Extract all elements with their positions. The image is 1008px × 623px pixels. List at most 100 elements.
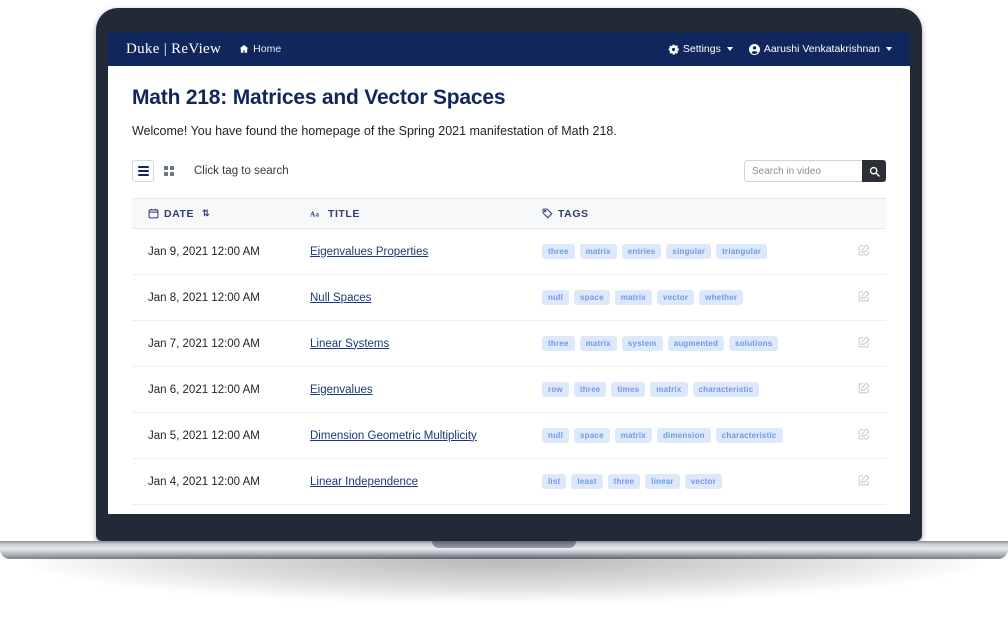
edit-icon[interactable] — [858, 336, 870, 351]
table-row: Jan 9, 2021 12:00 AM Eigenvalues Properti… — [132, 228, 886, 275]
row-action-cell — [840, 412, 886, 459]
tag-chip[interactable]: dimension — [656, 428, 711, 443]
tag-chip[interactable]: three — [542, 244, 575, 259]
list-view-icon — [137, 166, 149, 176]
user-menu[interactable]: Aarushi Venkatakrishnan — [748, 43, 892, 55]
nav-item-home-label: Home — [253, 43, 282, 55]
tag-chip[interactable]: row — [542, 382, 569, 397]
table-body: Jan 9, 2021 12:00 AM Eigenvalues Properti… — [132, 228, 886, 505]
search-button[interactable] — [862, 160, 886, 182]
row-tags-cell: three matrix system augmented solutions — [534, 320, 840, 367]
settings-menu[interactable]: Settings — [668, 43, 733, 55]
tag-chip[interactable]: characteristic — [715, 428, 783, 443]
tag-chip[interactable]: matrix — [614, 428, 652, 443]
tag-chip[interactable]: vector — [656, 290, 695, 305]
tag-chip[interactable]: system — [621, 336, 663, 351]
top-navbar: Duke | ReView Home Settings Aarushi Venk… — [108, 32, 910, 66]
row-action-cell — [840, 366, 886, 413]
tag-chip[interactable]: times — [611, 382, 646, 397]
row-action-cell — [840, 274, 886, 321]
page-body: Math 218: Matrices and Vector Spaces Wel… — [108, 66, 910, 505]
column-header-tags-label: TAGS — [558, 207, 589, 220]
search-input[interactable] — [744, 160, 862, 182]
chevron-down-icon — [886, 47, 892, 51]
laptop-mockup: Duke | ReView Home Settings Aarushi Venk… — [0, 0, 1008, 623]
row-title-cell: Eigenvalues — [302, 366, 534, 413]
tag-chip[interactable]: linear — [645, 474, 680, 489]
nav-item-home[interactable]: Home — [239, 43, 281, 55]
video-title-link[interactable]: Linear Systems — [310, 338, 389, 350]
edit-icon[interactable] — [858, 428, 870, 443]
tag-chip[interactable]: vector — [684, 474, 722, 489]
tag-chip[interactable]: matrix — [579, 244, 617, 259]
user-name-label: Aarushi Venkatakrishnan — [763, 43, 880, 55]
column-header-tags[interactable]: TAGS — [534, 198, 886, 229]
video-title-link[interactable]: Dimension Geometric Multiplicity — [310, 430, 477, 442]
browser-screen: Duke | ReView Home Settings Aarushi Venk… — [108, 32, 910, 514]
list-view-toggle[interactable] — [132, 160, 154, 182]
tag-chip[interactable]: entries — [621, 244, 662, 259]
video-title-link[interactable]: Linear Independence — [310, 476, 418, 488]
tag-chip[interactable]: null — [542, 290, 570, 305]
table-header: DATE ⇅ Aa TITLE TAGS — [132, 198, 886, 229]
page-title: Math 218: Matrices and Vector Spaces — [132, 86, 506, 109]
tag-chip[interactable]: whether — [699, 290, 744, 305]
welcome-text: Welcome! You have found the homepage of … — [132, 124, 617, 138]
table-row: Jan 6, 2021 12:00 AM Eigenvalues row three t… — [132, 366, 886, 413]
row-tags-cell: row three times matrix characteristic — [534, 366, 840, 413]
row-tags-cell: null space matrix vector whether — [534, 274, 840, 321]
tag-chip[interactable]: characteristic — [692, 382, 760, 397]
row-date: Jan 5, 2021 12:00 AM — [132, 412, 302, 459]
tag-chip[interactable]: solutions — [729, 336, 779, 351]
search-box — [744, 160, 886, 182]
edit-icon[interactable] — [858, 290, 870, 305]
row-title-cell: Dimension Geometric Multiplicity — [302, 412, 534, 459]
table-row: Jan 4, 2021 12:00 AM Linear Independence l… — [132, 458, 886, 505]
tag-chip[interactable]: null — [542, 428, 570, 443]
edit-icon[interactable] — [858, 382, 870, 397]
row-date: Jan 4, 2021 12:00 AM — [132, 458, 302, 505]
tag-chip[interactable]: matrix — [579, 336, 617, 351]
row-date: Jan 6, 2021 12:00 AM — [132, 366, 302, 413]
tag-chip[interactable]: matrix — [650, 382, 688, 397]
tag-chip[interactable]: three — [542, 336, 575, 351]
search-icon — [869, 166, 880, 177]
svg-text:Aa: Aa — [310, 210, 320, 218]
video-title-link[interactable]: Null Spaces — [310, 292, 371, 304]
tag-chip[interactable]: triangular — [716, 244, 768, 259]
tag-chip[interactable]: space — [574, 290, 610, 305]
row-tags-cell: list least three linear vector — [534, 458, 840, 505]
row-title-cell: Linear Systems — [302, 320, 534, 367]
video-title-link[interactable]: Eigenvalues — [310, 384, 373, 396]
row-title-cell: Eigenvalues Properties — [302, 228, 534, 275]
tag-chip[interactable]: matrix — [614, 290, 652, 305]
navbar-right-group: Settings Aarushi Venkatakrishnan — [668, 43, 892, 55]
edit-icon[interactable] — [858, 474, 870, 489]
sort-arrows-icon[interactable]: ⇅ — [202, 208, 210, 219]
row-date: Jan 7, 2021 12:00 AM — [132, 320, 302, 367]
tag-chip[interactable]: least — [571, 474, 603, 489]
tag-chip[interactable]: space — [574, 428, 610, 443]
brand-logo[interactable]: Duke | ReView — [126, 41, 221, 58]
tag-chip[interactable]: list — [542, 474, 567, 489]
laptop-shadow — [30, 556, 978, 602]
tag-chip[interactable]: augmented — [667, 336, 725, 351]
table-row: Jan 7, 2021 12:00 AM Linear Systems three m… — [132, 320, 886, 367]
row-action-cell — [840, 228, 886, 275]
tag-icon — [542, 208, 553, 219]
row-title-cell: Linear Independence — [302, 458, 534, 505]
row-date: Jan 8, 2021 12:00 AM — [132, 274, 302, 321]
tag-chip[interactable]: three — [573, 382, 607, 397]
tag-chip[interactable]: singular — [666, 244, 712, 259]
laptop-base-notch — [432, 541, 576, 548]
row-title-cell: Null Spaces — [302, 274, 534, 321]
column-header-date[interactable]: DATE ⇅ — [132, 198, 302, 229]
video-title-link[interactable]: Eigenvalues Properties — [310, 246, 428, 258]
edit-icon[interactable] — [858, 244, 870, 259]
tag-chip[interactable]: three — [607, 474, 641, 489]
column-header-title[interactable]: Aa TITLE — [302, 198, 534, 229]
grid-view-toggle[interactable] — [158, 160, 180, 182]
calendar-icon — [148, 208, 159, 219]
settings-label: Settings — [682, 43, 721, 55]
table-row: Jan 5, 2021 12:00 AM Dimension Geometric … — [132, 412, 886, 459]
